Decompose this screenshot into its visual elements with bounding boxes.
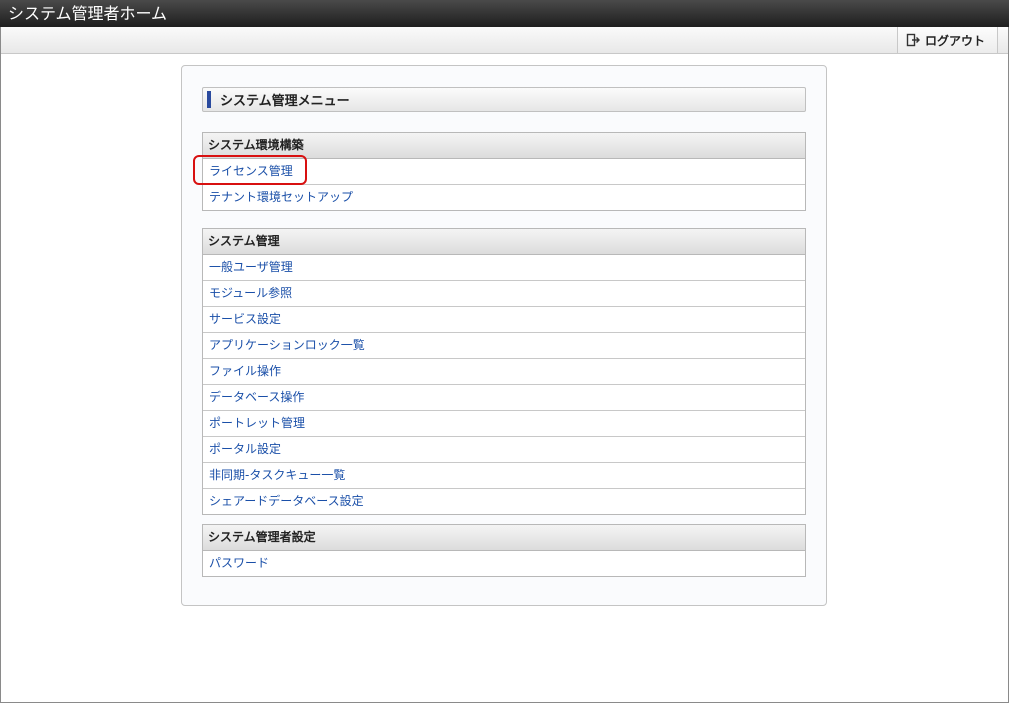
logout-label: ログアウト <box>924 33 985 48</box>
section-system-environment: システム環境構築 ライセンス管理 テナント環境セットアップ <box>202 132 806 211</box>
menu-link-module-reference[interactable]: モジュール参照 <box>209 286 292 300</box>
section-heading: システム管理 <box>203 229 805 255</box>
list-item: パスワード <box>203 551 805 576</box>
list-item: ポートレット管理 <box>203 411 805 437</box>
list-item: シェアードデータベース設定 <box>203 489 805 514</box>
list-item: ライセンス管理 <box>203 159 805 185</box>
list-item: 一般ユーザ管理 <box>203 255 805 281</box>
system-menu-panel: システム管理メニュー システム環境構築 ライセンス管理 テナント環境セットアップ… <box>181 65 827 606</box>
menu-link-tenant-setup[interactable]: テナント環境セットアップ <box>209 190 353 204</box>
menu-link-async-task-queue[interactable]: 非同期-タスクキュー一覧 <box>209 468 345 482</box>
list-item: サービス設定 <box>203 307 805 333</box>
menu-link-file-ops[interactable]: ファイル操作 <box>209 364 281 378</box>
logout-icon <box>906 33 920 47</box>
menu-link-shared-database[interactable]: シェアードデータベース設定 <box>209 494 364 508</box>
list-item: ファイル操作 <box>203 359 805 385</box>
title-accent-bar <box>207 91 211 108</box>
list-item: データベース操作 <box>203 385 805 411</box>
menu-link-password[interactable]: パスワード <box>209 556 269 570</box>
panel-title: システム管理メニュー <box>202 87 806 112</box>
section-heading: システム環境構築 <box>203 133 805 159</box>
menu-link-license[interactable]: ライセンス管理 <box>209 164 293 178</box>
section-admin-settings: システム管理者設定 パスワード <box>202 524 806 577</box>
toolbar: ログアウト <box>1 27 1008 54</box>
menu-link-portal-settings[interactable]: ポータル設定 <box>209 442 281 456</box>
panel-title-text: システム管理メニュー <box>220 94 350 109</box>
menu-link-service-settings[interactable]: サービス設定 <box>209 312 281 326</box>
menu-link-general-user[interactable]: 一般ユーザ管理 <box>209 260 293 274</box>
list-item: ポータル設定 <box>203 437 805 463</box>
menu-link-database-ops[interactable]: データベース操作 <box>209 390 304 404</box>
list-item: 非同期-タスクキュー一覧 <box>203 463 805 489</box>
menu-link-portlet-management[interactable]: ポートレット管理 <box>209 416 305 430</box>
window-title: システム管理者ホーム <box>0 0 1009 27</box>
list-item: テナント環境セットアップ <box>203 185 805 210</box>
section-system-management: システム管理 一般ユーザ管理 モジュール参照 サービス設定 アプリケーションロッ… <box>202 228 806 515</box>
menu-link-app-lock-list[interactable]: アプリケーションロック一覧 <box>209 338 365 352</box>
section-heading: システム管理者設定 <box>203 525 805 551</box>
logout-button[interactable]: ログアウト <box>896 27 998 53</box>
list-item: アプリケーションロック一覧 <box>203 333 805 359</box>
list-item: モジュール参照 <box>203 281 805 307</box>
